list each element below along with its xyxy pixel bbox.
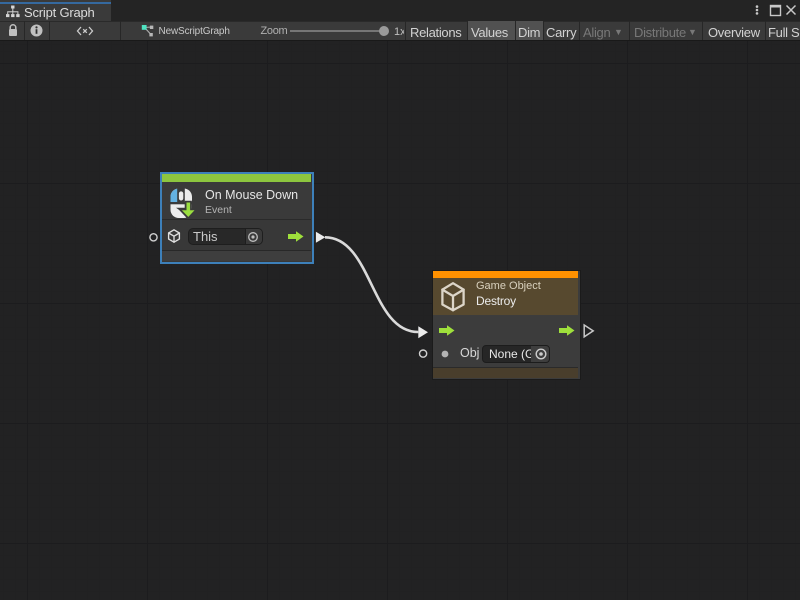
svg-text:1x: 1x: [394, 26, 404, 38]
